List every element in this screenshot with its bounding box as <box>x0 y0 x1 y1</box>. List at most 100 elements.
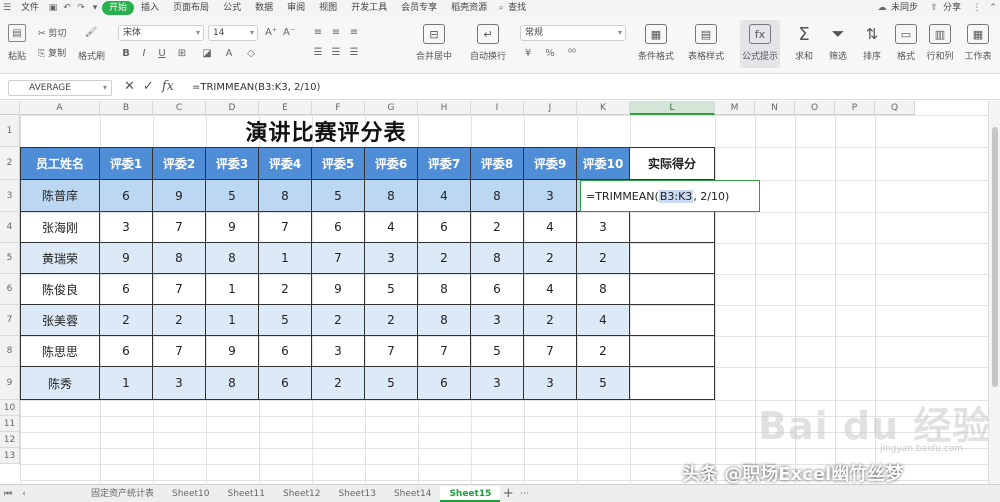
search-icon[interactable]: ⌕ <box>494 2 508 14</box>
number-format-select[interactable]: 常规 ▾ <box>520 25 626 41</box>
score-cell[interactable]: 8 <box>365 180 418 212</box>
column-header[interactable]: A <box>20 101 100 115</box>
score-cell[interactable]: 3 <box>312 336 365 367</box>
rowcol-button[interactable]: ▥ 行和列 <box>920 20 960 68</box>
table-header-cell[interactable]: 评委1 <box>100 147 153 180</box>
score-cell[interactable]: 2 <box>524 305 577 336</box>
score-cell[interactable]: 8 <box>259 180 312 212</box>
paste-icon[interactable]: ▤ <box>8 24 26 42</box>
actual-score-cell[interactable] <box>630 243 715 274</box>
score-cell[interactable]: 8 <box>206 243 259 274</box>
table-header-cell[interactable]: 评委4 <box>259 147 312 180</box>
menu-icon[interactable]: ☰ <box>0 2 14 14</box>
sync-status[interactable]: 未同步 <box>891 1 925 15</box>
actual-score-cell[interactable] <box>630 274 715 305</box>
row-header[interactable]: 2 <box>0 147 20 180</box>
column-header[interactable]: G <box>365 101 418 115</box>
employee-name-cell[interactable]: 陈俊良 <box>20 274 100 305</box>
row-header[interactable]: 7 <box>0 305 20 336</box>
format-painter-icon[interactable]: 🖌 <box>84 24 98 40</box>
column-header[interactable]: J <box>524 101 577 115</box>
score-cell[interactable]: 9 <box>153 180 206 212</box>
score-cell[interactable]: 4 <box>577 305 630 336</box>
score-cell[interactable]: 3 <box>153 367 206 400</box>
score-cell[interactable]: 6 <box>418 367 471 400</box>
tab-member[interactable]: 会员专享 <box>394 1 444 15</box>
copy-button[interactable]: ⎘ 复制 <box>38 46 66 59</box>
table-header-cell[interactable]: 评委7 <box>418 147 471 180</box>
score-cell[interactable]: 5 <box>577 367 630 400</box>
tab-review[interactable]: 审阅 <box>280 1 312 15</box>
table-style-button[interactable]: ▤ 表格样式 <box>686 20 726 68</box>
format-painter-label[interactable]: 格式刷 <box>78 49 105 62</box>
align-middle-icon[interactable]: ≡ <box>330 26 342 38</box>
score-cell[interactable]: 1 <box>206 305 259 336</box>
editing-cell[interactable]: =TRIMMEAN(B3:K3, 2/10) <box>580 180 760 212</box>
score-cell[interactable]: 2 <box>100 305 153 336</box>
italic-icon[interactable]: I <box>138 46 150 60</box>
score-cell[interactable]: 6 <box>471 274 524 305</box>
clear-format-icon[interactable]: ◇ <box>244 46 258 60</box>
column-header[interactable]: L <box>630 101 715 115</box>
cancel-icon[interactable]: ✕ <box>124 79 135 94</box>
score-cell[interactable]: 8 <box>418 274 471 305</box>
menu-file[interactable]: 文件 <box>14 1 46 15</box>
align-bottom-icon[interactable]: ≡ <box>348 26 360 38</box>
score-cell[interactable]: 3 <box>365 243 418 274</box>
row-header[interactable]: 3 <box>0 180 20 212</box>
column-header[interactable]: E <box>259 101 312 115</box>
add-sheet-icon[interactable]: + <box>500 486 516 501</box>
score-cell[interactable]: 1 <box>100 367 153 400</box>
table-header-cell[interactable]: 评委6 <box>365 147 418 180</box>
score-cell[interactable]: 7 <box>524 336 577 367</box>
column-header[interactable]: Q <box>875 101 915 115</box>
tab-developer[interactable]: 开发工具 <box>344 1 394 15</box>
score-cell[interactable]: 5 <box>259 305 312 336</box>
tab-resources[interactable]: 稻壳资源 <box>444 1 494 15</box>
merge-center-button[interactable]: ⊟ 合并居中 <box>414 20 454 68</box>
align-top-icon[interactable]: ≡ <box>312 26 324 38</box>
score-cell[interactable]: 3 <box>577 212 630 243</box>
sheet-title[interactable]: 演讲比赛评分表 <box>20 115 632 147</box>
table-header-cell[interactable]: 评委10 <box>577 147 630 180</box>
actual-score-header[interactable]: 实际得分 <box>630 147 715 180</box>
wrap-text-button[interactable]: ↵ 自动换行 <box>468 20 508 68</box>
row-header[interactable]: 4 <box>0 212 20 243</box>
select-all-corner[interactable] <box>0 101 20 115</box>
formula-input[interactable]: =TRIMMEAN(B3:K3, 2/10) <box>188 80 978 96</box>
confirm-icon[interactable]: ✓ <box>143 79 154 94</box>
employee-name-cell[interactable]: 陈普庠 <box>20 180 100 212</box>
sheet-tab[interactable]: Sheet10 <box>163 486 218 502</box>
vertical-scrollbar[interactable] <box>988 101 1000 485</box>
score-cell[interactable]: 6 <box>100 274 153 305</box>
save-icon[interactable]: ▣ <box>46 2 60 14</box>
employee-name-cell[interactable]: 陈秀 <box>20 367 100 400</box>
increase-font-icon[interactable]: A⁺ <box>264 25 278 39</box>
first-sheet-icon[interactable]: ⏮ <box>0 489 16 499</box>
row-header[interactable]: 10 <box>0 400 20 416</box>
collapse-icon[interactable]: ⌃ <box>986 2 1000 14</box>
more-icon[interactable]: ⋮ <box>970 2 984 14</box>
column-header[interactable]: B <box>100 101 153 115</box>
formula-hint-button[interactable]: fx 公式提示 <box>740 20 780 68</box>
currency-icon[interactable]: ¥ <box>522 46 534 60</box>
thousands-icon[interactable]: ⁰⁰ <box>566 46 578 60</box>
score-cell[interactable]: 2 <box>471 212 524 243</box>
cut-button[interactable]: ✂ 剪切 <box>38 26 66 39</box>
column-header[interactable]: K <box>577 101 630 115</box>
dropdown-icon[interactable]: ▾ <box>88 2 102 14</box>
more-sheets-icon[interactable]: ⋯ <box>516 489 532 499</box>
score-cell[interactable]: 7 <box>153 336 206 367</box>
score-cell[interactable]: 9 <box>206 212 259 243</box>
score-cell[interactable]: 4 <box>418 180 471 212</box>
score-cell[interactable]: 4 <box>524 212 577 243</box>
employee-name-cell[interactable]: 张海刚 <box>20 212 100 243</box>
score-cell[interactable]: 8 <box>418 305 471 336</box>
actual-score-cell[interactable] <box>630 212 715 243</box>
score-cell[interactable]: 6 <box>418 212 471 243</box>
score-cell[interactable]: 7 <box>418 336 471 367</box>
score-cell[interactable]: 6 <box>259 336 312 367</box>
table-header-cell[interactable]: 评委3 <box>206 147 259 180</box>
row-header[interactable]: 12 <box>0 432 20 448</box>
share-button[interactable]: 分享 <box>943 1 968 15</box>
